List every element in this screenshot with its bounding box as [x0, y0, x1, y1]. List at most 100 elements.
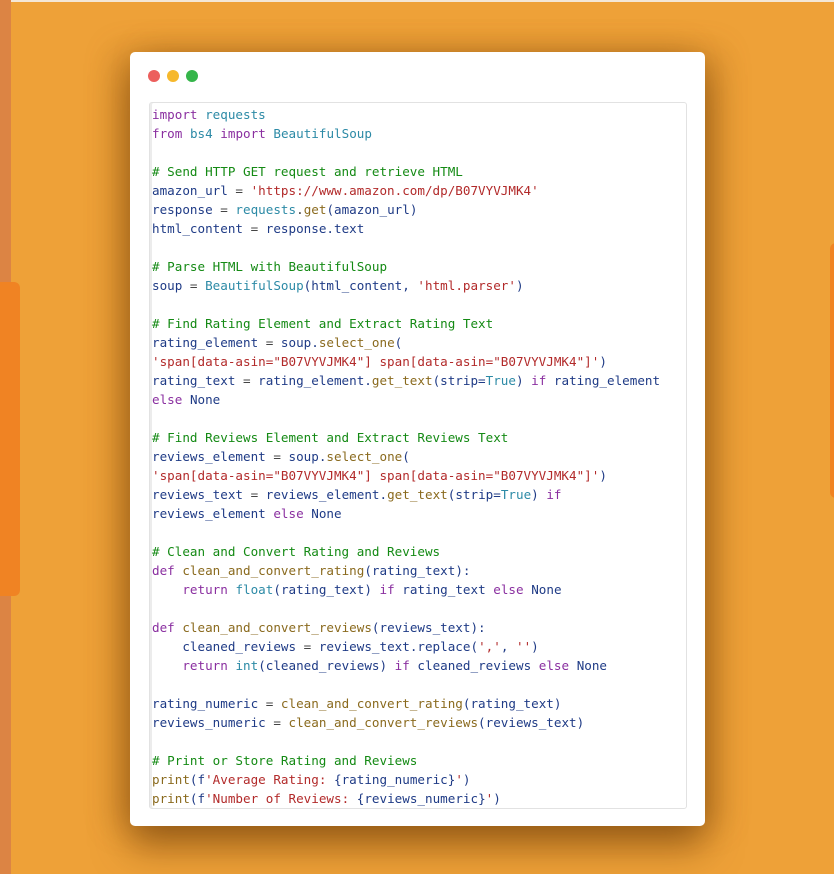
code-window: import requests from bs4 import Beautiful…	[130, 52, 705, 826]
comment-token: # Send HTTP GET request and retrieve HTM…	[152, 164, 463, 179]
background-top-edge	[0, 0, 834, 2]
identifier-token: )	[462, 772, 471, 787]
operator-token	[152, 658, 182, 673]
identifier-token: (rating_text)	[462, 696, 562, 711]
operator-token	[198, 107, 206, 122]
code-content: import requests from bs4 import Beautiful…	[150, 103, 686, 808]
name-token: requests	[205, 107, 266, 122]
identifier-token: )	[531, 639, 539, 654]
code-line: def clean_and_convert_rating(rating_text…	[152, 561, 686, 580]
code-line: 'span[data-asin="B07VYVJMK4"] span[data-…	[152, 466, 686, 485]
code-line: # Print or Store Rating and Reviews	[152, 751, 686, 770]
identifier-token: response	[152, 202, 213, 217]
maximize-dot-icon[interactable]	[186, 70, 198, 82]
code-line: def clean_and_convert_reviews(reviews_te…	[152, 618, 686, 637]
code-line: import requests	[152, 105, 686, 124]
keyword-token: import	[152, 107, 198, 122]
identifier-token: soup.	[280, 335, 319, 350]
function-token: clean_and_convert_rating	[182, 563, 365, 578]
code-line: cleaned_reviews = reviews_text.replace('…	[152, 637, 686, 656]
identifier-token: ,	[500, 639, 516, 654]
identifier-token: reviews_element.	[265, 487, 388, 502]
operator-token: =	[265, 715, 289, 730]
code-line: else None	[152, 390, 686, 409]
identifier-token: rating_element	[152, 335, 259, 350]
identifier-token: cleaned_reviews	[409, 658, 539, 673]
identifier-token: cleaned_reviews	[182, 639, 297, 654]
keyword-token: else	[538, 658, 570, 673]
code-line: # Send HTTP GET request and retrieve HTM…	[152, 162, 686, 181]
identifier-token: reviews_element	[152, 506, 274, 521]
operator-token	[182, 392, 190, 407]
identifier-token: rating_numeric	[152, 696, 259, 711]
identifier-token: rating_text	[394, 582, 494, 597]
code-line: from bs4 import BeautifulSoup	[152, 124, 686, 143]
code-line: reviews_numeric = clean_and_convert_revi…	[152, 713, 686, 732]
identifier-token: amazon_url	[152, 183, 228, 198]
identifier-token: None	[311, 506, 342, 521]
operator-token: .	[296, 202, 304, 217]
identifier-token: )	[599, 468, 607, 483]
identifier-token: (strip=	[447, 487, 501, 502]
keyword-token: if	[394, 658, 410, 673]
keyword-token: if	[546, 487, 562, 502]
identifier-token: (	[394, 335, 403, 350]
operator-token: =	[227, 183, 251, 198]
close-dot-icon[interactable]	[148, 70, 160, 82]
minimize-dot-icon[interactable]	[167, 70, 179, 82]
code-line: html_content = response.text	[152, 219, 686, 238]
operator-token: =	[243, 221, 266, 236]
identifier-token: rating_element	[546, 373, 661, 388]
code-line: print(f'Average Rating: {rating_numeric}…	[152, 770, 686, 789]
keyword-token: return	[182, 658, 228, 673]
identifier-token: (rating_text):	[364, 563, 471, 578]
identifier-token: rating_element.	[258, 373, 372, 388]
code-line: # Parse HTML with BeautifulSoup	[152, 257, 686, 276]
comment-token: # Clean and Convert Rating and Reviews	[152, 544, 441, 559]
keyword-token: def	[152, 620, 175, 635]
identifier-token: reviews_element	[152, 449, 266, 464]
code-line: rating_text = rating_element.get_text(st…	[152, 371, 686, 390]
name-token: requests	[235, 202, 297, 217]
identifier-token: response.text	[265, 221, 365, 236]
function-token: print	[152, 772, 190, 787]
string-token: 'Average Rating:	[205, 772, 334, 787]
code-line: rating_element = soup.select_one(	[152, 333, 686, 352]
string-token: '	[455, 772, 463, 787]
function-token: clean_and_convert_reviews	[288, 715, 479, 730]
operator-token: =	[258, 335, 281, 350]
identifier-token: {reviews_numeric}	[356, 791, 486, 806]
comment-token: # Print or Store Rating and Reviews	[152, 753, 418, 768]
operator-token	[152, 582, 182, 597]
operator-token	[152, 639, 182, 654]
keyword-token: if	[379, 582, 395, 597]
keyword-token: else	[273, 506, 304, 521]
identifier-token: (strip=	[432, 373, 486, 388]
code-line: reviews_element = soup.select_one(	[152, 447, 686, 466]
keyword-token: else	[493, 582, 524, 597]
code-line: amazon_url = 'https://www.amazon.com/dp/…	[152, 181, 686, 200]
operator-token	[569, 658, 577, 673]
code-line: # Find Rating Element and Extract Rating…	[152, 314, 686, 333]
identifier-token: soup.	[288, 449, 327, 464]
code-line: print(f'Number of Reviews: {reviews_nume…	[152, 789, 686, 808]
code-line: reviews_text = reviews_element.get_text(…	[152, 485, 686, 504]
window-controls	[148, 70, 198, 82]
code-line: return float(rating_text) if rating_text…	[152, 580, 686, 599]
function-token: get_text	[371, 373, 433, 388]
identifier-token: (f	[189, 791, 206, 806]
code-line: soup = BeautifulSoup(html_content, 'html…	[152, 276, 686, 295]
code-block[interactable]: import requests from bs4 import Beautiful…	[149, 102, 687, 809]
background-right-tab	[830, 243, 834, 498]
identifier-token: rating_text	[152, 373, 236, 388]
keyword-token: else	[152, 392, 183, 407]
function-token: clean_and_convert_reviews	[182, 620, 372, 635]
function-token: get_text	[387, 487, 448, 502]
function-token: select_one	[326, 449, 403, 464]
function-token: print	[152, 791, 190, 806]
operator-token: =	[296, 639, 319, 654]
